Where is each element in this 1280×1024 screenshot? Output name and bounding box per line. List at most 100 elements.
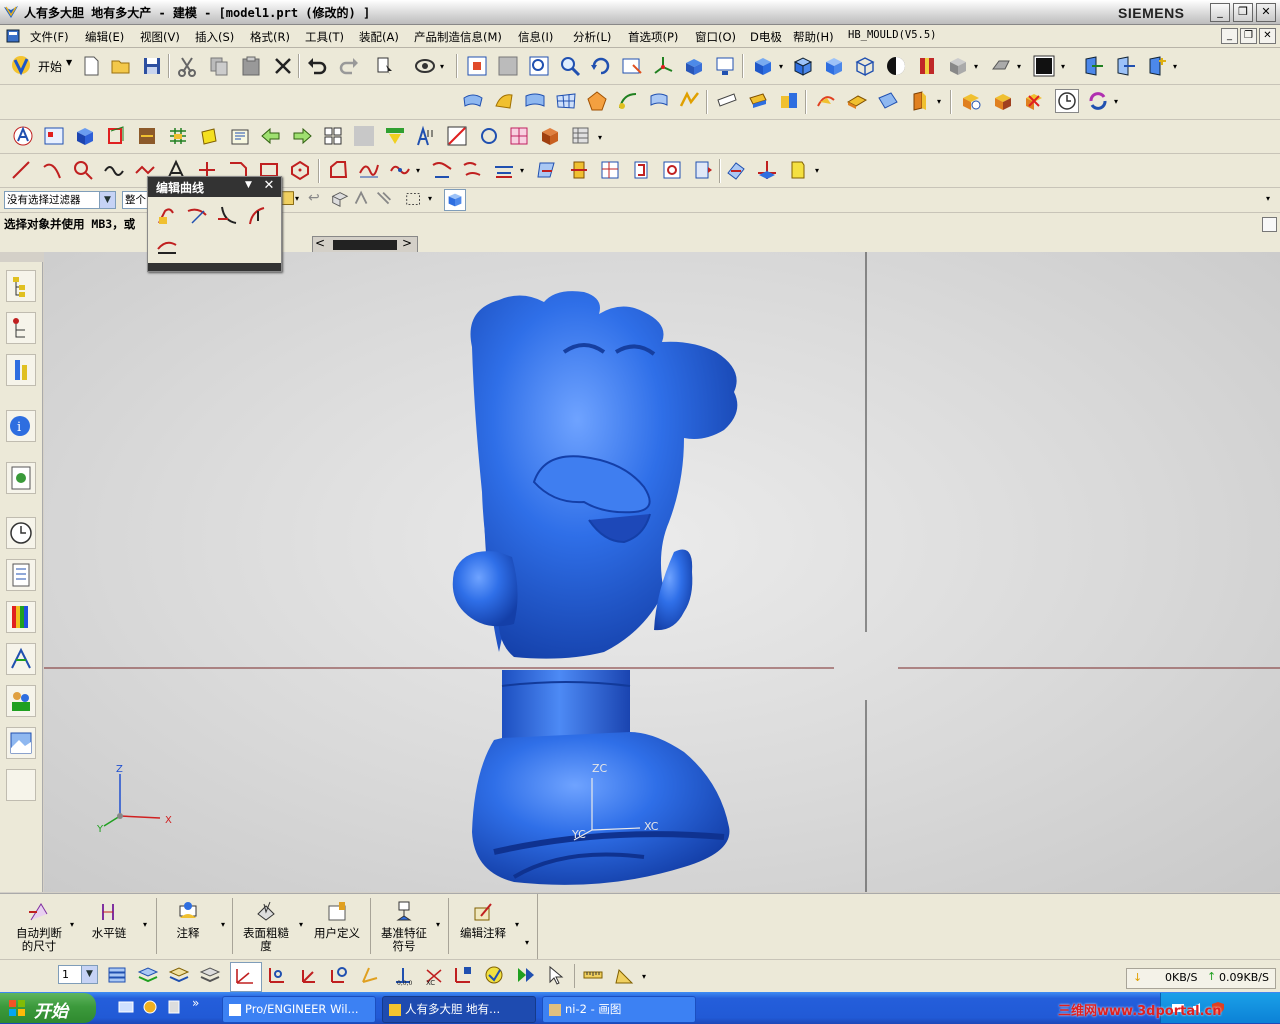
rectangle-select-icon[interactable]	[404, 189, 424, 209]
wcs-save-icon[interactable]	[452, 964, 474, 986]
extrude-icon[interactable]	[105, 125, 127, 147]
trim-sheet-icon[interactable]	[846, 90, 868, 112]
join-curve-icon[interactable]	[389, 159, 411, 181]
divide-curve-icon[interactable]	[246, 205, 268, 227]
paste-icon[interactable]	[240, 55, 262, 77]
revolve-icon[interactable]	[136, 125, 158, 147]
toolbar-overflow-icon[interactable]: ▾	[937, 97, 941, 106]
silhouette-curve-icon[interactable]	[661, 159, 683, 181]
close-button[interactable]: ✕	[1256, 3, 1276, 22]
cut-icon[interactable]	[176, 55, 198, 77]
menu-electrode[interactable]: D电极	[750, 29, 782, 45]
toolbar-overflow-icon[interactable]: ▾	[525, 938, 529, 947]
combined-projection-icon[interactable]	[462, 159, 484, 181]
intersection-curve-icon[interactable]	[493, 159, 515, 181]
select-pointer-icon[interactable]	[545, 964, 567, 986]
graphics-window[interactable]: ZC XC YC Z X Y	[44, 252, 1280, 892]
perspective-icon[interactable]	[683, 55, 705, 77]
layer-settings-icon[interactable]	[106, 964, 128, 986]
through-curve-mesh-icon[interactable]	[555, 90, 577, 112]
move-object-icon[interactable]	[756, 159, 778, 181]
project-curve-icon[interactable]	[431, 159, 453, 181]
show-wcs-icon[interactable]	[483, 964, 505, 986]
wcs-change-xc-icon[interactable]: XC	[423, 964, 445, 986]
sew-icon[interactable]	[778, 90, 800, 112]
select-body-icon[interactable]	[330, 189, 350, 209]
isoparametric-curve-icon[interactable]	[599, 159, 621, 181]
boolean-unite-icon[interactable]	[960, 90, 982, 112]
info-window-icon[interactable]: i	[6, 410, 36, 442]
close-icon[interactable]: ✕	[261, 178, 277, 194]
scroll-right-icon[interactable]: >	[402, 236, 412, 250]
chevron-down-icon[interactable]: ▾	[436, 920, 440, 929]
menu-edit[interactable]: 编辑(E)	[85, 29, 124, 45]
fit-view-icon[interactable]	[466, 55, 488, 77]
polygon-icon[interactable]	[289, 159, 311, 181]
boolean-intersect-icon[interactable]	[1023, 90, 1045, 112]
update-clock-icon[interactable]	[1055, 89, 1079, 113]
shaded-only-icon[interactable]	[823, 55, 845, 77]
toolbar-overflow-icon[interactable]: ▾	[642, 972, 646, 981]
visual-effects-icon[interactable]	[6, 727, 36, 759]
clip-section-icon[interactable]	[1114, 55, 1136, 77]
wcs-rotate-icon[interactable]	[328, 964, 350, 986]
chevron-down-icon[interactable]: ▾	[779, 62, 783, 71]
studio-surface-icon[interactable]	[493, 90, 515, 112]
empty-slot-icon[interactable]	[6, 769, 36, 801]
chevron-down-icon[interactable]: ▾	[221, 920, 225, 929]
assembly-navigator-icon[interactable]	[6, 270, 36, 302]
n-sided-surface-icon[interactable]	[586, 90, 608, 112]
sketch-icon[interactable]	[12, 125, 34, 147]
copy-icon[interactable]	[208, 55, 230, 77]
point-icon[interactable]	[72, 159, 94, 181]
quicklaunch-browser-icon[interactable]	[142, 999, 158, 1015]
pattern-icon[interactable]	[322, 125, 344, 147]
face-analysis-icon[interactable]	[916, 55, 938, 77]
solid-body-icon[interactable]	[539, 125, 561, 147]
undo-icon[interactable]	[306, 55, 328, 77]
shaded-view-icon[interactable]	[752, 55, 774, 77]
camera-view-icon[interactable]	[714, 55, 736, 77]
redo-icon[interactable]	[338, 55, 360, 77]
menu-insert[interactable]: 插入(S)	[195, 29, 234, 45]
chevron-down-icon[interactable]: ▾	[299, 920, 303, 929]
type-filter-select[interactable]: 没有选择过滤器 ▼	[4, 191, 116, 209]
sweep-icon[interactable]	[617, 90, 639, 112]
through-curves-icon[interactable]	[462, 90, 484, 112]
bridge-icon[interactable]	[679, 90, 701, 112]
select-edge-icon[interactable]	[374, 189, 394, 209]
background-color-icon[interactable]	[1033, 55, 1055, 77]
constraint-navigator-icon[interactable]	[6, 312, 36, 344]
enlarge-icon[interactable]	[908, 90, 930, 112]
swept-section-icon[interactable]	[648, 90, 670, 112]
toolbar-overflow-icon[interactable]: ▾	[1173, 62, 1177, 71]
maximize-button[interactable]: ❐	[1233, 3, 1253, 22]
roles-icon[interactable]	[6, 643, 36, 675]
new-section-icon[interactable]	[1146, 55, 1168, 77]
start-button[interactable]: 开始	[0, 993, 96, 1023]
no-symbol-icon[interactable]	[446, 125, 468, 147]
show-desktop-icon[interactable]	[118, 999, 134, 1015]
chevron-down-icon[interactable]: ▾	[515, 920, 519, 929]
menu-tools[interactable]: 工具(T)	[305, 29, 344, 45]
toolbar-overflow-icon[interactable]: ▾	[815, 166, 819, 175]
chevron-down-icon[interactable]: ▾	[295, 194, 299, 203]
edit-parameters-icon[interactable]	[725, 159, 747, 181]
select-all-icon[interactable]	[444, 189, 466, 211]
toolbar-overflow-icon[interactable]: ▾	[1114, 97, 1118, 106]
play-icon[interactable]	[514, 964, 536, 986]
doc-minimize-button[interactable]: _	[1221, 28, 1238, 44]
horizontal-chain-button[interactable]: 水平链	[86, 900, 132, 940]
chevron-down-icon[interactable]: ▾	[1266, 194, 1270, 203]
toolbar-overflow-icon[interactable]: ▾	[598, 133, 602, 142]
chevron-down-icon[interactable]: ▾	[1061, 62, 1065, 71]
offset-curve-icon[interactable]	[327, 159, 349, 181]
chevron-down-icon[interactable]: ▾	[70, 920, 74, 929]
extend-sheet-icon[interactable]	[877, 90, 899, 112]
line-icon[interactable]	[10, 159, 32, 181]
cue-maximize-button[interactable]	[1262, 217, 1277, 232]
new-file-icon[interactable]	[80, 55, 102, 77]
wireframe-icon[interactable]	[854, 55, 876, 77]
history-icon[interactable]	[6, 517, 36, 549]
scroll-left-icon[interactable]: <	[315, 236, 325, 250]
